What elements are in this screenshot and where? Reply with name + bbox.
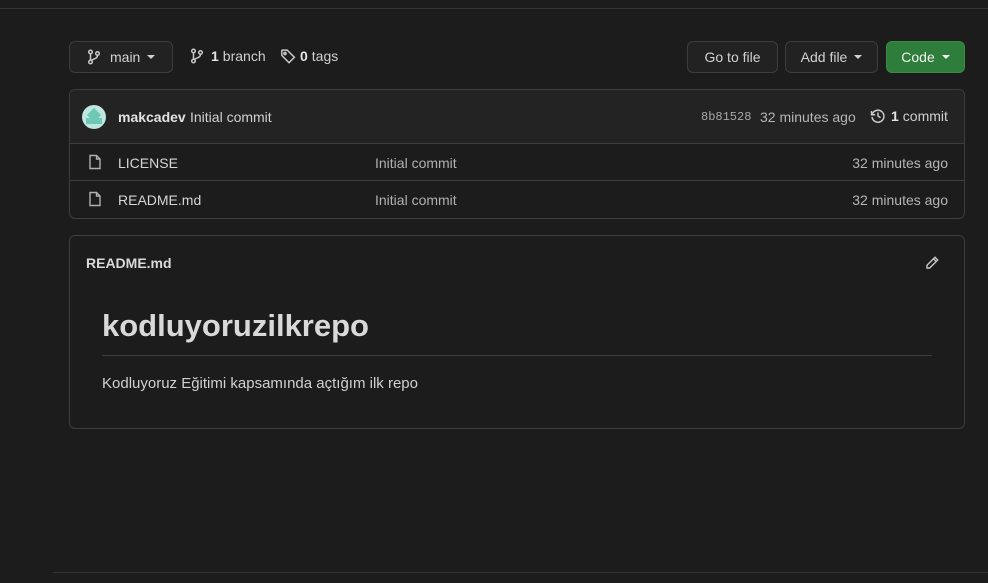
commit-history-link[interactable]: 1 commit — [870, 108, 948, 124]
file-commit-time: 32 minutes ago — [852, 192, 948, 208]
latest-commit-bar: makcadev Initial commit 8b81528 32 minut… — [70, 90, 964, 144]
commit-sha[interactable]: 8b81528 — [701, 110, 751, 124]
go-to-file-label: Go to file — [704, 49, 761, 65]
file-name[interactable]: LICENSE — [118, 155, 178, 171]
chevron-down-icon — [941, 55, 950, 59]
branch-label: branch — [222, 48, 266, 64]
readme-heading: kodluyoruzilkrepo — [102, 308, 369, 343]
tag-icon — [281, 49, 296, 64]
commit-time: 32 minutes ago — [760, 109, 856, 125]
chevron-down-icon — [854, 55, 863, 59]
go-to-file-button[interactable]: Go to file — [687, 41, 778, 73]
branches-link[interactable]: 1 branch — [190, 48, 266, 64]
branch-count: 1 — [211, 48, 219, 64]
file-icon — [89, 191, 101, 207]
tags-link[interactable]: 0 tags — [280, 48, 338, 64]
code-label: Code — [901, 49, 935, 65]
add-file-button[interactable]: Add file — [785, 41, 878, 73]
readme-heading-divider — [102, 355, 932, 356]
tag-count: 0 — [300, 48, 308, 64]
readme-filename[interactable]: README.md — [86, 255, 172, 271]
header-divider — [0, 8, 988, 9]
commit-count: 1 — [891, 108, 899, 124]
pencil-icon[interactable] — [924, 255, 940, 271]
branch-name: main — [110, 49, 141, 65]
branch-icon — [190, 48, 204, 64]
file-list: makcadev Initial commit 8b81528 32 minut… — [69, 89, 965, 219]
chevron-down-icon — [147, 55, 156, 59]
readme-panel: README.md kodluyoruzilkrepo Kodluyoruz E… — [69, 235, 965, 429]
code-button[interactable]: Code — [886, 41, 965, 73]
history-icon — [870, 109, 885, 123]
file-commit-message[interactable]: Initial commit — [375, 155, 457, 171]
file-name[interactable]: README.md — [118, 192, 201, 208]
readme-paragraph: Kodluyoruz Eğitimi kapsamında açtığım il… — [102, 375, 418, 392]
branch-icon — [87, 49, 101, 65]
file-row: README.md Initial commit 32 minutes ago — [70, 181, 964, 218]
commit-message[interactable]: Initial commit — [190, 109, 272, 125]
file-commit-time: 32 minutes ago — [852, 155, 948, 171]
add-file-label: Add file — [800, 49, 848, 65]
commit-author[interactable]: makcadev — [118, 109, 186, 125]
tag-label: tags — [311, 48, 339, 64]
file-row: LICENSE Initial commit 32 minutes ago — [70, 144, 964, 181]
commit-label: commit — [902, 108, 948, 124]
file-commit-message[interactable]: Initial commit — [375, 192, 457, 208]
branch-selector-button[interactable]: main — [69, 41, 173, 73]
avatar[interactable] — [82, 105, 106, 129]
file-icon — [89, 154, 101, 170]
footer-divider — [53, 572, 988, 573]
